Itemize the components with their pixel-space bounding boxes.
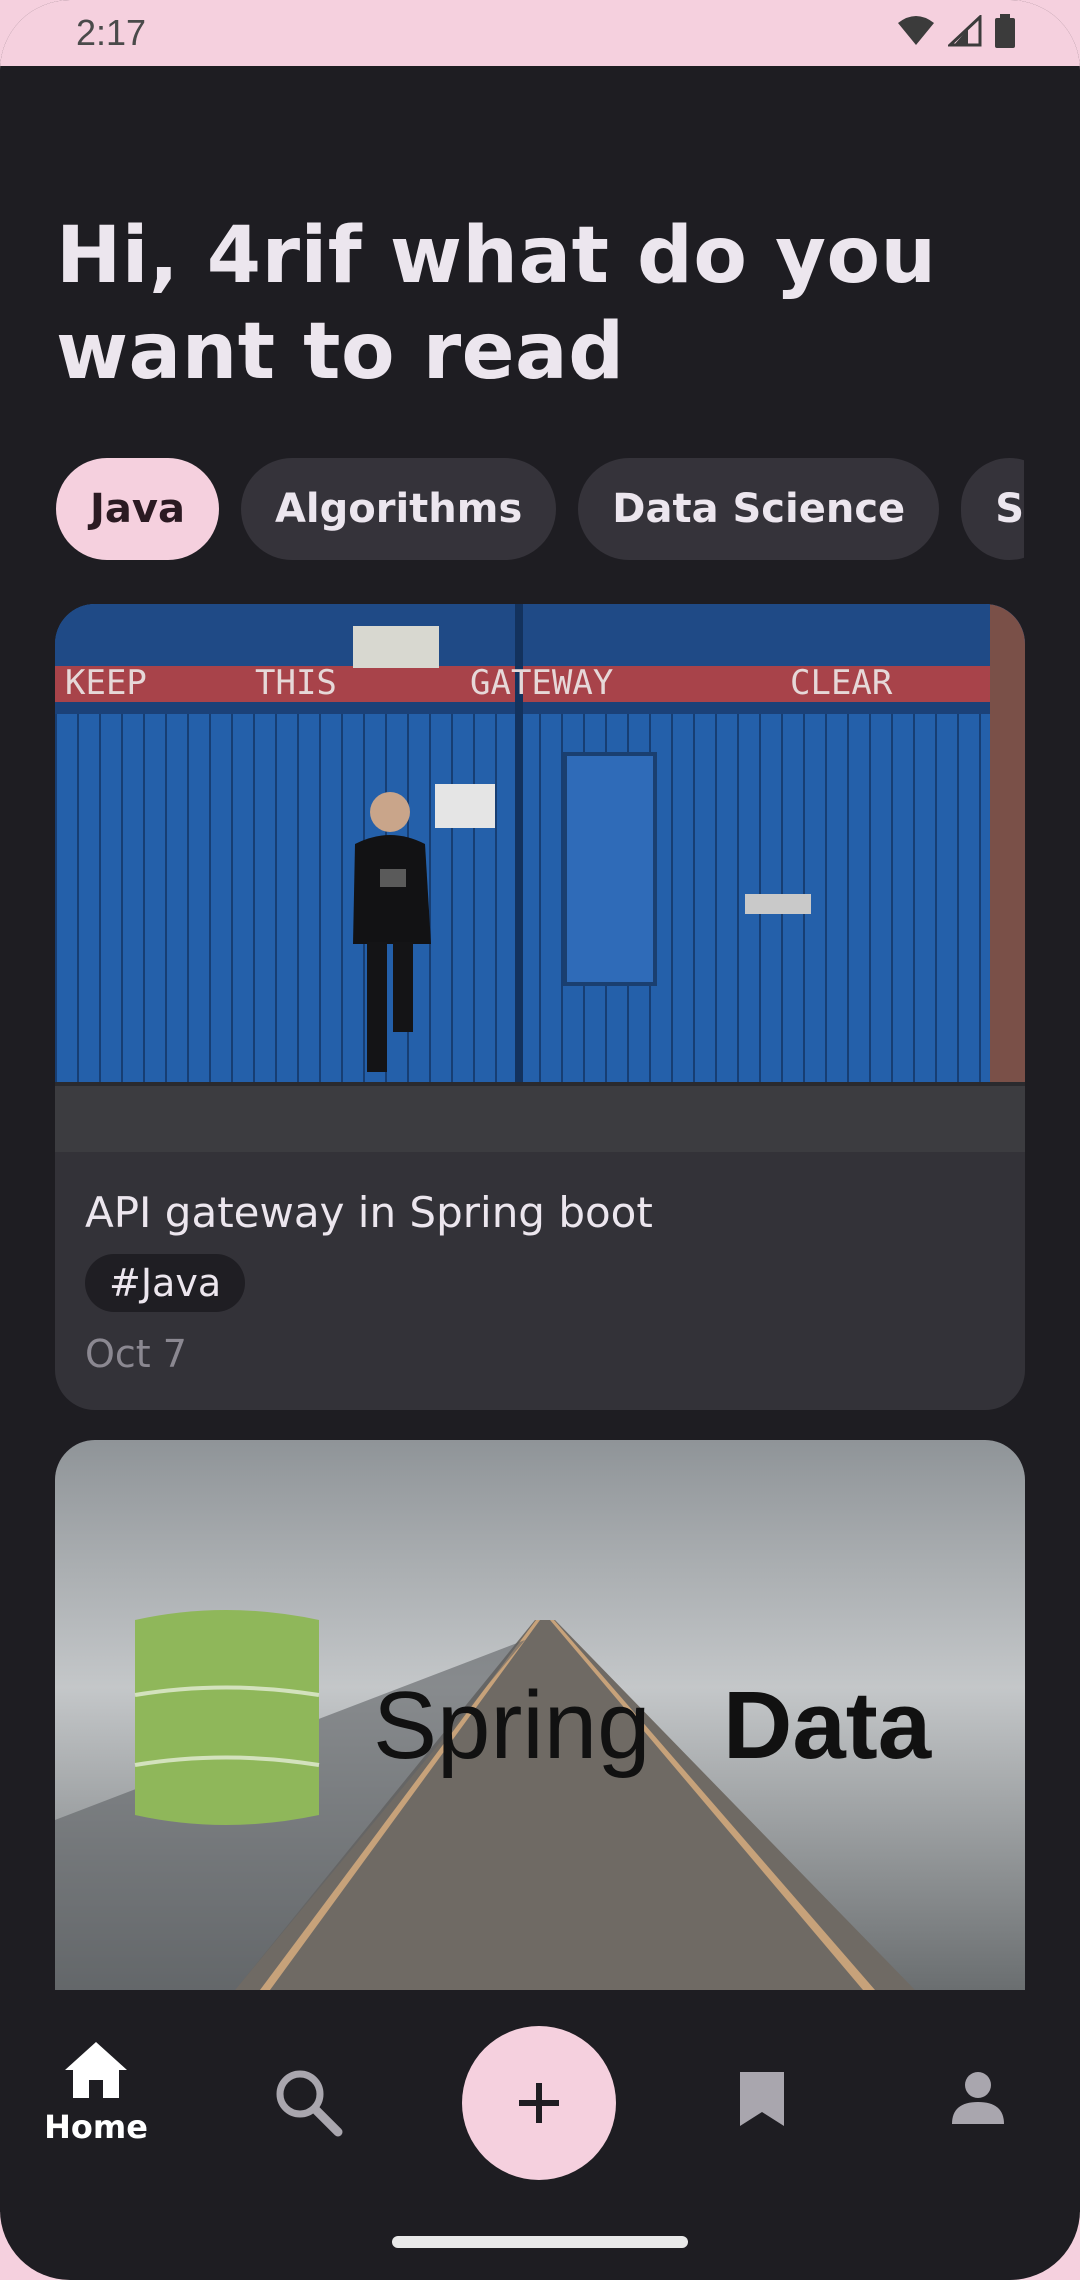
banner-this: THIS xyxy=(255,663,337,703)
add-icon xyxy=(519,2083,559,2123)
brand-data: Data xyxy=(723,1672,932,1779)
battery-icon xyxy=(995,14,1015,48)
bottom-navigation: Home xyxy=(0,1996,1080,2212)
status-icons xyxy=(896,14,1016,48)
status-time: 2:17 xyxy=(76,12,147,53)
brand-spring: Spring xyxy=(373,1672,651,1779)
nav-profile[interactable] xyxy=(950,2070,1006,2126)
banner-clear: CLEAR xyxy=(790,663,893,703)
profile-icon xyxy=(952,2072,1004,2124)
nav-search[interactable] xyxy=(272,2066,344,2138)
search-icon xyxy=(276,2070,343,2137)
app-screen: 2:17 Hi, 4rif what do you want to read J… xyxy=(0,0,1080,2280)
nav-home[interactable]: Home xyxy=(44,2040,148,2146)
gesture-home-bar[interactable] xyxy=(392,2236,688,2248)
banner-gateway: GATEWAY xyxy=(470,663,613,703)
chip-algorithms[interactable]: Algorithms xyxy=(240,458,557,560)
post-tag[interactable]: #Java xyxy=(85,1254,246,1312)
post-image: Spring Data xyxy=(55,1440,1025,1990)
gateway-photo: KEEP THIS GATEWAY CLEAR xyxy=(55,604,1025,1152)
chip-java[interactable]: Java xyxy=(56,458,219,560)
post-card[interactable]: Spring Data xyxy=(55,1440,1025,1990)
nav-home-label: Home xyxy=(44,2108,148,2146)
post-title: API gateway in Spring boot xyxy=(85,1188,653,1237)
bookmark-icon xyxy=(740,2072,784,2126)
wifi-icon xyxy=(898,16,934,45)
post-image: KEEP THIS GATEWAY CLEAR xyxy=(55,604,1025,1152)
category-chips: Java Algorithms Data Science S xyxy=(56,458,1024,560)
nav-bookmarks[interactable] xyxy=(738,2070,786,2128)
greeting-heading: Hi, 4rif what do you want to read xyxy=(56,211,937,397)
status-bar: 2:17 xyxy=(0,0,1080,66)
banner-keep: KEEP xyxy=(65,663,147,703)
add-post-button[interactable] xyxy=(462,2026,616,2180)
chip-data-science[interactable]: Data Science xyxy=(578,458,940,560)
post-card[interactable]: KEEP THIS GATEWAY CLEAR API gateway in S… xyxy=(55,604,1025,1410)
chip-partial[interactable]: S xyxy=(961,458,1024,560)
home-icon xyxy=(65,2042,127,2098)
signal-icon xyxy=(948,15,982,47)
spring-data-photo: Spring Data xyxy=(55,1440,1025,1990)
post-date: Oct 7 xyxy=(85,1332,187,1376)
